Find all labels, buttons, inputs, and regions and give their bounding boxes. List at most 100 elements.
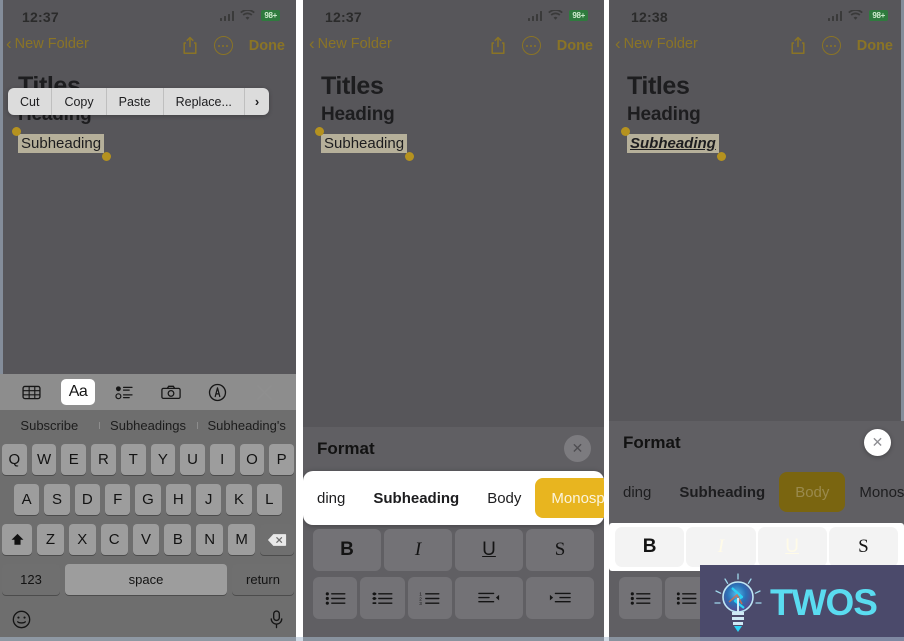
selection-handle-end[interactable]	[102, 152, 112, 161]
share-icon[interactable]	[490, 36, 506, 55]
share-icon[interactable]	[182, 36, 198, 55]
key-b[interactable]: B	[164, 524, 192, 555]
key-p[interactable]: P	[269, 444, 295, 475]
emoji-icon[interactable]	[12, 610, 31, 634]
shift-icon[interactable]	[2, 524, 32, 555]
key-w[interactable]: W	[31, 444, 57, 475]
done-button[interactable]: Done	[249, 38, 285, 54]
italic-button[interactable]: I	[686, 527, 756, 567]
done-button[interactable]: Done	[857, 38, 893, 54]
replace-menu-item[interactable]: Replace...	[164, 88, 245, 115]
key-m[interactable]: M	[228, 524, 256, 555]
selection-handle-start[interactable]	[315, 127, 324, 136]
numbered-list-icon[interactable]: 123	[407, 577, 452, 619]
cut-menu-item[interactable]: Cut	[8, 88, 53, 115]
style-subheading[interactable]: Subheading	[665, 472, 779, 512]
bold-button[interactable]: B	[313, 529, 381, 571]
note-body[interactable]: Titles Heading Subheading	[609, 66, 904, 161]
note-subheading-selected[interactable]: Subheading	[12, 127, 112, 161]
underline-button[interactable]: U	[455, 529, 523, 571]
key-v[interactable]: V	[132, 524, 160, 555]
share-icon[interactable]	[790, 36, 806, 55]
microphone-icon[interactable]	[269, 610, 284, 634]
more-ellipsis-icon[interactable]	[821, 36, 841, 55]
key-z[interactable]: Z	[37, 524, 64, 555]
strikethrough-button[interactable]: S	[828, 527, 898, 567]
bold-button[interactable]: B	[615, 527, 685, 567]
key-c[interactable]: C	[100, 524, 128, 555]
note-body[interactable]: Titles Heading Subheading	[303, 66, 604, 161]
more-ellipsis-icon[interactable]	[521, 36, 541, 55]
style-monospaced[interactable]: Monospaced	[845, 472, 904, 512]
style-monospaced[interactable]: Monospaced	[535, 478, 604, 518]
space-key[interactable]: space	[65, 564, 227, 595]
key-u[interactable]: U	[180, 444, 205, 475]
panel-divider-1	[296, 0, 303, 641]
table-icon[interactable]	[14, 379, 48, 405]
watermark: TWOS	[700, 565, 904, 641]
key-y[interactable]: Y	[150, 444, 176, 475]
done-button[interactable]: Done	[557, 38, 593, 54]
numbers-key[interactable]: 123	[2, 564, 60, 595]
selection-handle-start[interactable]	[621, 127, 630, 136]
key-s[interactable]: S	[44, 484, 70, 515]
outdent-icon[interactable]	[455, 577, 523, 619]
selection-handle-end[interactable]	[405, 152, 415, 161]
back-button[interactable]: ‹ New Folder	[6, 35, 89, 52]
style-subheading[interactable]: Subheading	[359, 478, 473, 518]
bulleted-list-icon[interactable]	[619, 577, 663, 619]
selection-handle-end[interactable]	[716, 152, 726, 161]
bulleted-list-icon[interactable]	[313, 577, 358, 619]
key-x[interactable]: X	[68, 524, 96, 555]
close-icon[interactable]	[248, 379, 282, 405]
paste-menu-item[interactable]: Paste	[107, 88, 164, 115]
chevron-right-icon[interactable]: ›	[245, 88, 269, 115]
note-subheading-selected[interactable]: Subheading	[315, 127, 415, 161]
italic-button[interactable]: I	[384, 529, 452, 571]
style-heading-partial[interactable]: ding	[303, 478, 359, 518]
key-r[interactable]: R	[91, 444, 116, 475]
back-button[interactable]: ‹ New Folder	[309, 35, 392, 52]
key-n[interactable]: N	[196, 524, 224, 555]
style-body[interactable]: Body	[779, 472, 846, 512]
markup-pen-icon[interactable]	[201, 379, 235, 405]
key-h[interactable]: H	[165, 484, 191, 515]
key-q[interactable]: Q	[1, 444, 27, 475]
return-key[interactable]: return	[232, 564, 294, 595]
close-circle-icon[interactable]: ✕	[864, 429, 891, 456]
dashed-list-icon[interactable]	[360, 577, 405, 619]
key-o[interactable]: O	[239, 444, 265, 475]
indent-icon[interactable]	[526, 577, 594, 619]
key-k[interactable]: K	[226, 484, 252, 515]
backspace-icon[interactable]	[260, 524, 295, 555]
close-circle-icon[interactable]: ✕	[564, 435, 591, 462]
prediction-1[interactable]: Subscribe	[0, 418, 99, 433]
prediction-2[interactable]: Subheadings	[98, 418, 198, 433]
status-clock: 12:38	[631, 9, 668, 25]
status-clock: 12:37	[22, 9, 59, 25]
prediction-3[interactable]: Subheading's	[197, 418, 296, 433]
more-ellipsis-icon[interactable]	[213, 36, 233, 55]
format-aa-icon[interactable]: Aa	[60, 379, 95, 405]
key-a[interactable]: A	[14, 484, 40, 515]
style-body[interactable]: Body	[473, 478, 535, 518]
style-heading-partial[interactable]: ding	[609, 472, 665, 512]
key-f[interactable]: F	[105, 484, 131, 515]
copy-menu-item[interactable]: Copy	[52, 88, 107, 115]
nav-bar: ‹ New Folder Done	[303, 34, 604, 66]
key-i[interactable]: I	[209, 444, 235, 475]
selection-handle-start[interactable]	[12, 127, 21, 136]
nav-actions: Done	[790, 36, 893, 55]
key-g[interactable]: G	[135, 484, 161, 515]
key-d[interactable]: D	[74, 484, 100, 515]
key-l[interactable]: L	[256, 484, 282, 515]
key-t[interactable]: T	[120, 444, 146, 475]
key-e[interactable]: E	[61, 444, 87, 475]
camera-icon[interactable]	[154, 379, 188, 405]
back-button[interactable]: ‹ New Folder	[615, 35, 698, 52]
note-subheading-selected[interactable]: Subheading	[621, 127, 726, 161]
underline-button[interactable]: U	[757, 527, 827, 567]
strikethrough-button[interactable]: S	[526, 529, 594, 571]
checklist-icon[interactable]	[108, 379, 142, 405]
key-j[interactable]: J	[195, 484, 222, 515]
